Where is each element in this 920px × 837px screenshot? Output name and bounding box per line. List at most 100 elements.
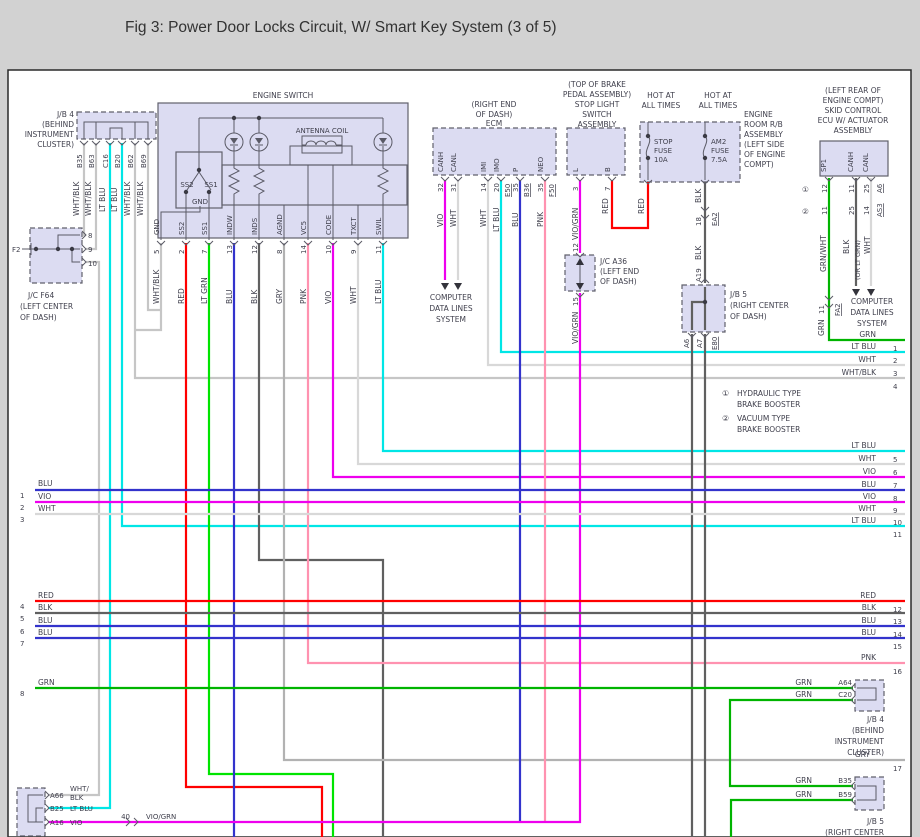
- diagram-label: WHT: [349, 286, 358, 304]
- diagram-label: RED: [637, 198, 646, 214]
- diagram-label: LT BLU: [851, 342, 876, 351]
- diagram-label: SKID CONTROL: [825, 106, 882, 115]
- diagram-label: CLUSTER): [37, 140, 74, 149]
- diagram-label: CANL: [862, 153, 870, 172]
- diagram-label: SP1: [820, 159, 828, 172]
- diagram-label: B62: [127, 154, 135, 168]
- diagram-label: LT BLU: [492, 207, 501, 232]
- diagram-label: 8: [88, 232, 92, 240]
- diagram-label: INDW: [226, 215, 234, 235]
- diagram-label: WHT/BLK: [123, 181, 132, 216]
- diagram-label: LT BLU: [70, 805, 93, 813]
- diagram-label: 9: [88, 246, 92, 254]
- diagram-label: 7: [893, 482, 897, 490]
- diagram-label: 3: [572, 187, 580, 191]
- diagram-label: VACUUM TYPE: [737, 414, 790, 423]
- diagram-label: B69: [140, 154, 148, 168]
- diagram-label: 10: [893, 519, 902, 527]
- diagram-label: 9: [350, 250, 358, 254]
- junction-dot: [646, 134, 650, 138]
- diagram-label: LT BLU: [374, 279, 383, 304]
- junction-dot: [646, 156, 650, 160]
- diagram-label: 4: [893, 383, 898, 391]
- diagram-label: B: [604, 167, 612, 172]
- diagram-label: ENGINE: [744, 110, 773, 119]
- diagram-label: 10A: [654, 156, 668, 164]
- diagram-label: COMPUTER: [430, 293, 472, 302]
- diagram-label: 11: [848, 184, 856, 193]
- diagram-label: VIO: [436, 214, 445, 227]
- diagram-label: WHT: [449, 209, 458, 227]
- diagram-label: (TOP OF BRAKE: [568, 80, 626, 89]
- diagram-label: AM2: [711, 138, 726, 146]
- diagram-label: 10: [325, 245, 333, 254]
- diagram-label: 7: [604, 187, 612, 191]
- diagram-label: SYSTEM: [857, 319, 887, 328]
- diagram-label: LT BLU: [851, 441, 876, 450]
- diagram-label: CANL: [450, 153, 458, 172]
- diagram-label: 15: [572, 297, 580, 306]
- jb4-top-box: [77, 112, 156, 139]
- jc-f64-box: [30, 228, 82, 283]
- diagram-label: ASSEMBLY: [834, 126, 873, 135]
- diagram-label: BLU: [862, 616, 876, 625]
- diagram-label: INSTRUMENT: [25, 130, 75, 139]
- diagram-label: 6: [893, 469, 898, 477]
- diagram-label: 3: [20, 516, 24, 524]
- diagram-label: GRN: [795, 690, 812, 699]
- diagram-label: 14: [893, 631, 902, 639]
- junction-dot: [232, 116, 236, 120]
- diagram-label: 1: [893, 345, 897, 353]
- diagram-label: (LEFT CENTER: [20, 302, 73, 311]
- diagram-label: BLU: [38, 628, 52, 637]
- diagram-label: VIO/GRN: [571, 208, 580, 240]
- diagram-label: BLK: [842, 239, 851, 254]
- diagram-label: 8: [20, 690, 24, 698]
- diagram-label: OF ENGINE: [744, 150, 786, 159]
- diagram-label: ALL TIMES: [699, 101, 738, 110]
- diagram-label: ASSEMBLY: [744, 130, 783, 139]
- diagram-label: INSTRUMENT: [835, 737, 885, 746]
- diagram-label: BLK: [862, 603, 877, 612]
- diagram-label: A6: [683, 338, 691, 348]
- diagram-label: 11: [818, 305, 826, 314]
- diagram-label: 2: [178, 250, 186, 254]
- diagram-label: 8: [893, 495, 897, 503]
- diagram-label: IMO: [493, 158, 501, 172]
- diagram-label: GRN: [795, 678, 812, 687]
- diagram-label: (BEHIND: [852, 726, 884, 735]
- diagram-label: J/C A36: [599, 257, 627, 266]
- diagram-label: 3: [893, 370, 897, 378]
- jb5-bottom-box: [855, 777, 884, 810]
- diagram-label: LT BLU: [851, 516, 876, 525]
- diagram-label: HYDRAULIC TYPE: [737, 389, 801, 398]
- diagram-label: VIO: [70, 819, 83, 827]
- diagram-label: 31: [450, 183, 458, 192]
- diagram-label: PNK: [861, 653, 877, 662]
- diagram-label: WHT/: [70, 785, 89, 793]
- junction-dot: [184, 190, 188, 194]
- diagram-label: WHT: [858, 504, 876, 513]
- diagram-label: 15: [893, 643, 902, 651]
- diagram-label: FA2: [834, 303, 842, 316]
- diagram-label: SYSTEM: [436, 315, 466, 324]
- diagram-label: VIO/GRN: [571, 312, 580, 344]
- diagram-label: B59: [838, 791, 852, 799]
- diagram-label: (RIGHT END: [472, 100, 517, 109]
- diagram-label: GRN: [795, 790, 812, 799]
- diagram-label: (LEFT REAR OF: [825, 86, 881, 95]
- diagram-label: 25: [848, 206, 856, 215]
- diagram-label: SS2: [180, 181, 193, 189]
- diagram-label: INDS: [251, 217, 259, 235]
- diagram-label: 17: [893, 765, 902, 773]
- diagram-label: GRN/WHT: [819, 235, 828, 272]
- diagram-label: E80: [711, 337, 719, 350]
- diagram-label: 13: [226, 245, 234, 254]
- diagram-label: WHT/BLK: [842, 368, 877, 377]
- diagram-label: ECU W/ ACTUATOR: [818, 116, 889, 125]
- diagram-label: 5: [20, 615, 24, 623]
- diagram-label: OF DASH): [730, 312, 767, 321]
- diagram-label: 16: [893, 668, 902, 676]
- diagram-label: ECM: [486, 119, 502, 128]
- diagram-label: OF DASH): [600, 277, 637, 286]
